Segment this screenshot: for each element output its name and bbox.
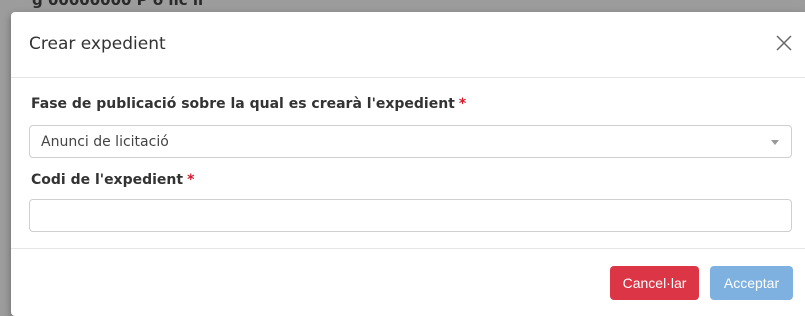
cancel-button[interactable]: Cancel·lar xyxy=(610,266,699,300)
close-icon[interactable] xyxy=(775,34,793,52)
phase-select-value: Anunci de licitació xyxy=(41,134,169,150)
chevron-down-icon xyxy=(771,140,779,145)
background-page-title: g 00000000 P o llc ll xyxy=(32,0,204,9)
phase-select[interactable]: Anunci de licitació xyxy=(29,125,792,158)
dialog-title: Crear expedient xyxy=(29,34,166,54)
expedient-code-input[interactable] xyxy=(29,199,792,232)
required-marker: * xyxy=(458,96,467,112)
dialog-header: Crear expedient xyxy=(11,12,805,78)
phase-field-label: Fase de publicació sobre la qual es crea… xyxy=(31,96,466,112)
code-label-text: Codi de l'expedient xyxy=(31,172,184,188)
dialog-body: Fase de publicació sobre la qual es crea… xyxy=(11,78,805,249)
create-expedient-dialog: Crear expedient Fase de publicació sobre… xyxy=(11,12,805,316)
phase-label-text: Fase de publicació sobre la qual es crea… xyxy=(31,96,455,112)
accept-button[interactable]: Acceptar xyxy=(710,266,793,300)
required-marker: * xyxy=(187,172,195,188)
code-field-label: Codi de l'expedient * xyxy=(31,172,194,188)
